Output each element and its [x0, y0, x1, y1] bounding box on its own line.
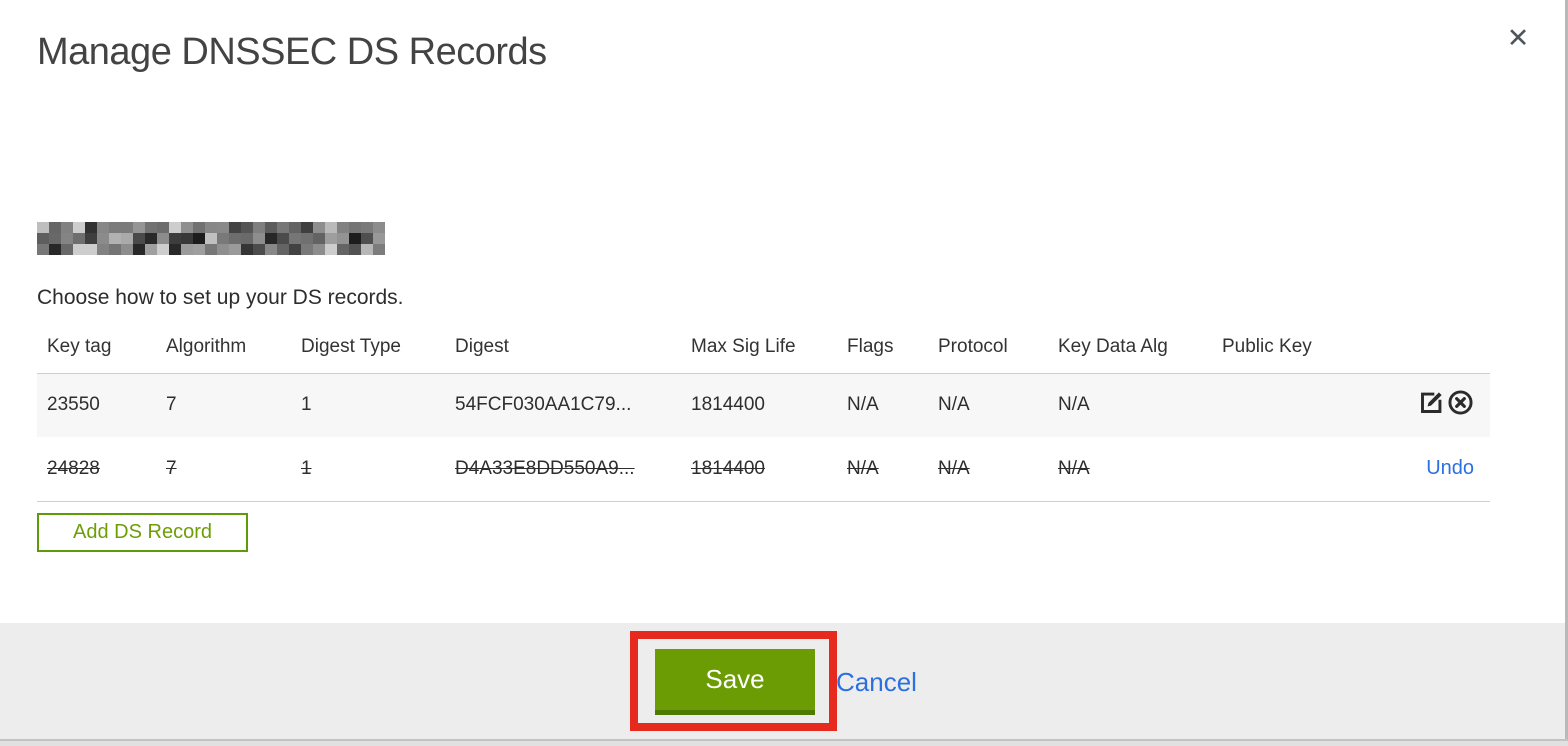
cell-public-key [1212, 437, 1382, 501]
col-header-key-data-alg: Key Data Alg [1048, 322, 1212, 374]
cell-protocol: N/A [938, 394, 970, 416]
ds-records-table: Key tag Algorithm Digest Type Digest Max… [37, 322, 1490, 502]
cell-key-data-alg: N/A [1058, 394, 1090, 416]
col-header-flags: Flags [837, 322, 928, 374]
row-actions: Undo [1382, 437, 1490, 501]
cell-key-data-alg: N/A [1058, 457, 1090, 479]
cell-key-tag: 24828 [47, 457, 100, 479]
edit-icon[interactable] [1418, 389, 1445, 416]
modal-footer: Save Cancel [0, 623, 1568, 746]
redacted-domain-name [37, 222, 385, 255]
cell-algorithm: 7 [166, 394, 177, 416]
cell-max-sig-life: 1814400 [691, 457, 765, 479]
undo-link[interactable]: Undo [1426, 457, 1474, 479]
dnssec-modal: ✕ Manage DNSSEC DS Records Choose how to… [0, 0, 1568, 746]
delete-icon[interactable] [1447, 389, 1474, 416]
page-title: Manage DNSSEC DS Records [37, 31, 547, 73]
cell-digest: D4A33E8DD550A9... [455, 457, 635, 479]
table-row-deleted: 24828 7 1 D4A33E8DD550A9... 1814400 N/A … [37, 437, 1490, 501]
row-actions [1382, 373, 1490, 437]
col-header-protocol: Protocol [928, 322, 1048, 374]
table-header-row: Key tag Algorithm Digest Type Digest Max… [37, 322, 1490, 374]
modal-content: Manage DNSSEC DS Records Choose how to s… [0, 0, 1568, 552]
cell-key-tag: 23550 [47, 394, 100, 416]
col-header-public-key: Public Key [1212, 322, 1382, 374]
instruction-text: Choose how to set up your DS records. [37, 286, 404, 309]
cell-digest-type: 1 [301, 394, 312, 416]
cancel-link[interactable]: Cancel [836, 667, 917, 698]
window-bottom-strip [0, 741, 1568, 746]
close-icon[interactable]: ✕ [1500, 20, 1536, 56]
col-header-actions [1382, 322, 1490, 374]
save-button[interactable]: Save [655, 649, 815, 715]
add-ds-record-button[interactable]: Add DS Record [37, 512, 248, 552]
col-header-max-sig-life: Max Sig Life [681, 322, 837, 374]
cell-flags: N/A [847, 457, 879, 479]
col-header-algorithm: Algorithm [156, 322, 291, 374]
col-header-key-tag: Key tag [37, 322, 156, 374]
cell-public-key [1212, 373, 1382, 437]
cell-protocol: N/A [938, 457, 970, 479]
cell-max-sig-life: 1814400 [691, 394, 765, 416]
col-header-digest-type: Digest Type [291, 322, 445, 374]
cell-digest: 54FCF030AA1C79... [455, 394, 632, 416]
cell-algorithm: 7 [166, 457, 177, 479]
col-header-digest: Digest [445, 322, 681, 374]
table-row: 23550 7 1 54FCF030AA1C79... 1814400 N/A … [37, 373, 1490, 437]
cell-digest-type: 1 [301, 457, 312, 479]
cell-flags: N/A [847, 394, 879, 416]
